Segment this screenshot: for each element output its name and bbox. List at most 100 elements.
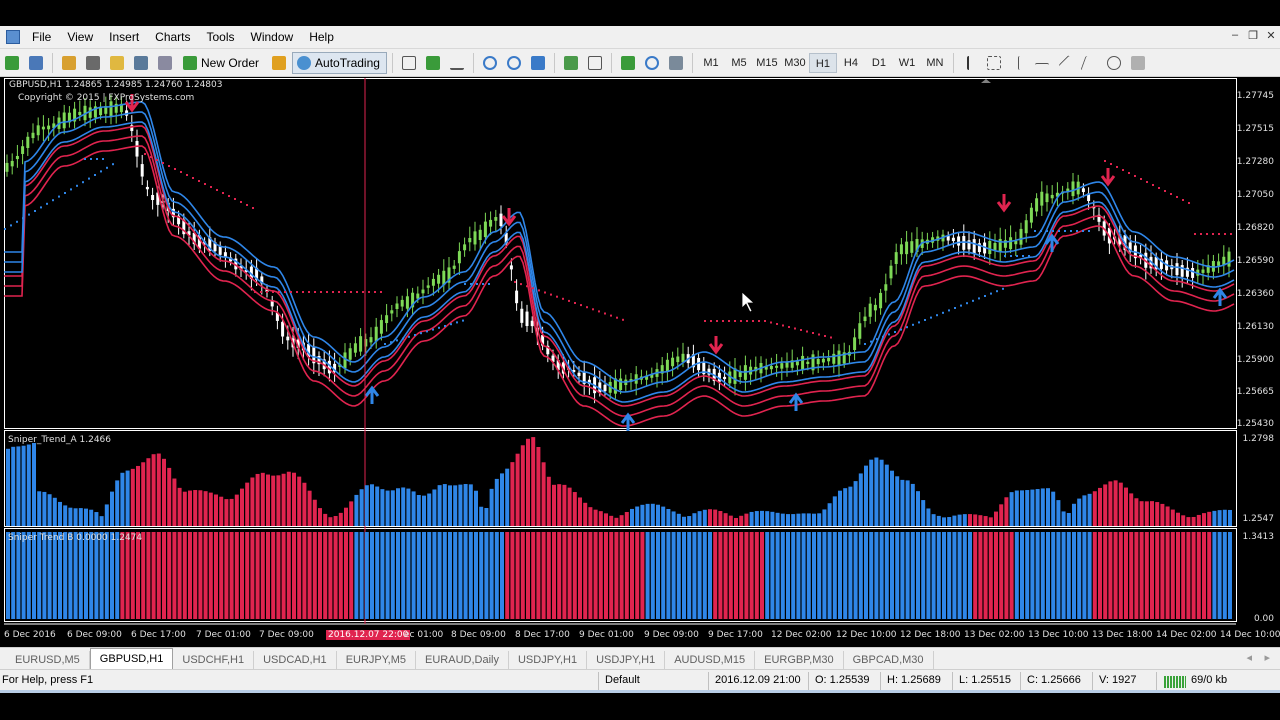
metaeditor-icon[interactable]: [268, 52, 290, 74]
timeframe-mn[interactable]: MN: [921, 53, 949, 73]
candlestick-icon[interactable]: [422, 52, 444, 74]
indicator-b-bar: [614, 532, 619, 619]
indicator-a-bar: [879, 459, 884, 526]
tab-euraud-daily[interactable]: EURAUD,Daily: [416, 651, 509, 669]
horizontal-line-icon[interactable]: [1031, 52, 1053, 74]
new-order-button[interactable]: New Order: [178, 52, 266, 74]
data-window-icon[interactable]: [82, 52, 104, 74]
cursor-icon[interactable]: [959, 52, 981, 74]
indicator-a-bar: [583, 502, 588, 526]
fibonacci-icon[interactable]: [1079, 52, 1101, 74]
timeframe-d1[interactable]: D1: [865, 53, 893, 73]
status-open: O: 1.25539: [815, 674, 870, 686]
trendline-icon[interactable]: [1055, 52, 1077, 74]
candle-body: [884, 284, 888, 291]
indicator-a-bar: [234, 494, 239, 526]
new-chart-icon[interactable]: [1, 52, 23, 74]
tester-icon[interactable]: [154, 52, 176, 74]
candle-body: [525, 311, 529, 327]
navigator-icon[interactable]: [106, 52, 128, 74]
tab-eurgbp-m30[interactable]: EURGBP,M30: [755, 651, 844, 669]
tab-usdjpy-h1-2[interactable]: USDJPY,H1: [587, 651, 666, 669]
timeframe-m30[interactable]: M30: [781, 53, 809, 73]
indicator-a-bar: [1066, 512, 1071, 526]
chart-tabs-bar: EURUSD,M5 GBPUSD,H1 USDCHF,H1 USDCAD,H1 …: [0, 647, 1280, 669]
tabs-scroll-right-icon[interactable]: ▸: [1264, 651, 1270, 664]
timeframe-m15[interactable]: M15: [753, 53, 781, 73]
profiles-icon[interactable]: [25, 52, 47, 74]
blue-stop-dot: [438, 326, 440, 329]
tab-eurusd-m5[interactable]: EURUSD,M5: [6, 651, 90, 669]
tab-eurjpy-m5[interactable]: EURJPY,M5: [337, 651, 417, 669]
candle-body: [1050, 194, 1054, 199]
indicator-b-bar: [208, 532, 213, 619]
restore-icon[interactable]: ❐: [1244, 29, 1262, 42]
indicator-a-bar: [1092, 491, 1097, 526]
tab-usdcad-h1[interactable]: USDCAD,H1: [254, 651, 337, 669]
minimize-icon[interactable]: –: [1226, 29, 1244, 41]
periods-icon[interactable]: [641, 52, 663, 74]
vertical-line-icon[interactable]: [1007, 52, 1029, 74]
status-separator: [598, 672, 599, 690]
tab-usdjpy-h1[interactable]: USDJPY,H1: [509, 651, 588, 669]
indicator-a-bar: [874, 457, 879, 526]
indicator-b-bar: [510, 532, 515, 619]
menu-tools[interactable]: Tools: [199, 27, 243, 47]
candle-body: [509, 265, 513, 270]
blue-stop-dot: [52, 199, 54, 202]
timeframe-m1[interactable]: M1: [697, 53, 725, 73]
menu-charts[interactable]: Charts: [147, 27, 198, 47]
label-tool-icon[interactable]: [1127, 52, 1149, 74]
tab-usdchf-h1[interactable]: USDCHF,H1: [173, 651, 255, 669]
tab-audusd-m15[interactable]: AUDUSD,M15: [665, 651, 756, 669]
indicator-a-bar: [219, 496, 224, 526]
market-watch-icon[interactable]: [58, 52, 80, 74]
bar-chart-icon[interactable]: [398, 52, 420, 74]
indicator-b-bar: [375, 532, 380, 619]
indicator-a-bar: [650, 503, 655, 526]
indicator-b-bar: [411, 532, 416, 619]
red-stop-dot: [1116, 166, 1118, 168]
text-tool-icon[interactable]: [1103, 52, 1125, 74]
timeframe-m5[interactable]: M5: [725, 53, 753, 73]
indicator-b-bar: [968, 532, 972, 619]
timeframe-h4[interactable]: H4: [837, 53, 865, 73]
chart-shift-icon[interactable]: [584, 52, 606, 74]
red-stop-dot: [812, 332, 814, 334]
autotrading-button[interactable]: AutoTrading: [292, 51, 387, 74]
indicators-icon[interactable]: [617, 52, 639, 74]
menu-window[interactable]: Window: [243, 27, 302, 47]
blue-stop-dot: [1022, 255, 1024, 257]
autoscroll-icon[interactable]: [560, 52, 582, 74]
price-chart-canvas[interactable]: [4, 78, 1276, 645]
chart-window[interactable]: GBPUSD,H1 1.24865 1.24985 1.24760 1.2480…: [4, 78, 1280, 645]
line-chart-icon[interactable]: [446, 52, 468, 74]
toolbar-separator: [610, 52, 612, 73]
menu-help[interactable]: Help: [301, 27, 342, 47]
timeframe-h1[interactable]: H1: [808, 52, 837, 73]
app-icon[interactable]: [6, 30, 20, 44]
templates-icon[interactable]: [665, 52, 687, 74]
terminal-icon[interactable]: [130, 52, 152, 74]
indicator-a-bar: [656, 504, 660, 526]
tile-windows-icon[interactable]: [527, 52, 549, 74]
candle-body: [858, 323, 862, 339]
indicator-a-bar: [68, 507, 73, 526]
tab-gbpcad-m30[interactable]: GBPCAD,M30: [844, 651, 934, 669]
zoom-out-icon[interactable]: [503, 52, 525, 74]
menu-file[interactable]: File: [24, 27, 59, 47]
candle-body: [1019, 228, 1023, 245]
menu-insert[interactable]: Insert: [101, 27, 147, 47]
indicator-b-bar: [656, 532, 660, 619]
close-icon[interactable]: ✕: [1262, 29, 1280, 42]
timeframe-w1[interactable]: W1: [893, 53, 921, 73]
crosshair-icon[interactable]: [983, 52, 1005, 74]
tabs-scroll-left-icon[interactable]: ◂: [1246, 651, 1252, 664]
tab-gbpusd-h1[interactable]: GBPUSD,H1: [89, 648, 174, 669]
red-stop-dot: [710, 320, 712, 322]
zoom-in-icon[interactable]: [479, 52, 501, 74]
menu-view[interactable]: View: [59, 27, 101, 47]
indicator-a-bar: [448, 485, 452, 526]
blue-stop-dot: [22, 217, 24, 220]
indicator-a-bar: [110, 491, 114, 526]
